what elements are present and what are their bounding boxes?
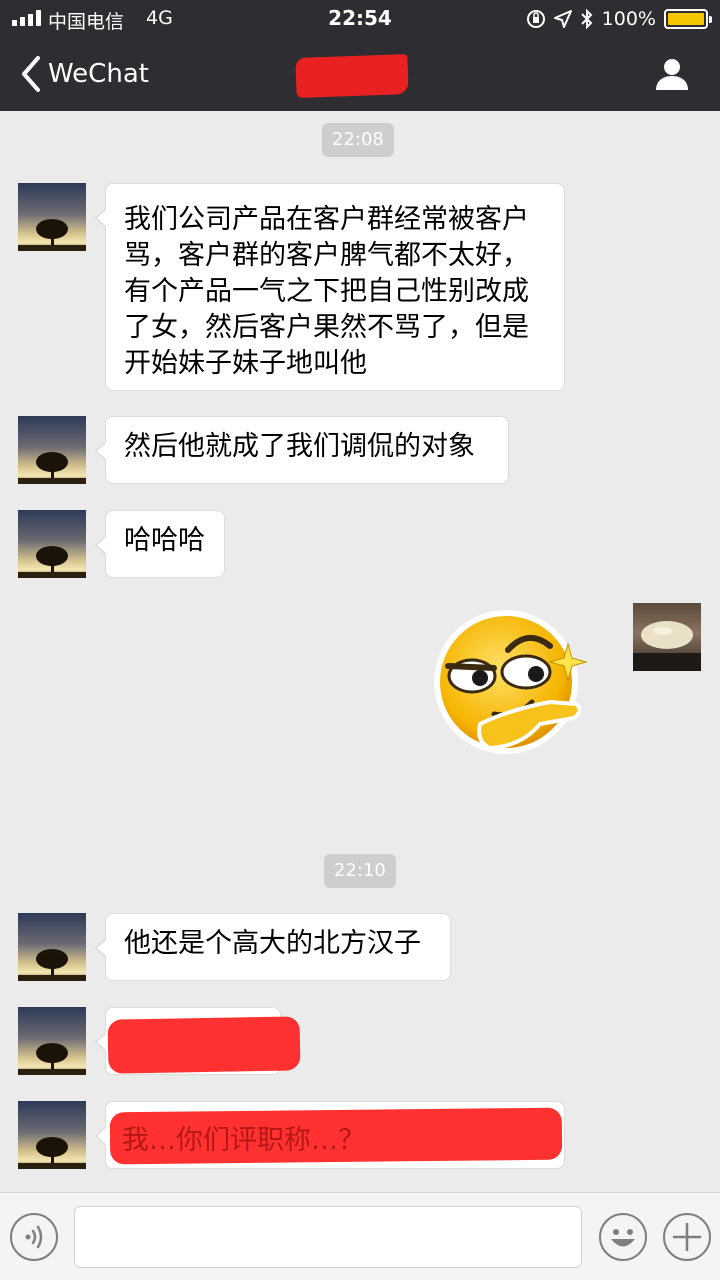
status-bar: 中国电信 4G 22:54 100%	[0, 0, 720, 38]
message-bubble[interactable]: 哈哈哈	[95, 510, 225, 578]
tree-icon	[18, 546, 86, 578]
message-text: 我…你们评职称…？	[122, 1125, 365, 1156]
chevron-left-icon	[22, 56, 40, 92]
avatar[interactable]	[18, 1101, 86, 1169]
photo-thumbnail-icon	[633, 621, 701, 671]
message-bubble[interactable]: 我们公司产品在客户群经常被客户 骂，客户群的客户脾气都不太好， 有个产品一气之下…	[95, 183, 565, 391]
battery-percentage: 100%	[601, 8, 656, 30]
emoji-icon[interactable]	[598, 1212, 648, 1262]
person-icon[interactable]	[654, 56, 690, 92]
avatar[interactable]	[18, 183, 86, 251]
my-avatar[interactable]	[633, 603, 701, 671]
avatar[interactable]	[18, 913, 86, 981]
avatar[interactable]	[18, 416, 86, 484]
avatar[interactable]	[18, 510, 86, 578]
tree-icon	[18, 452, 86, 484]
back-button[interactable]: WeChat	[20, 54, 149, 94]
battery-tip	[709, 16, 712, 23]
timestamp: 22:10	[324, 854, 396, 888]
message-input[interactable]	[74, 1206, 582, 1268]
top-bar: 中国电信 4G 22:54 100% WeChat	[0, 0, 720, 111]
status-icons: 100%	[526, 6, 712, 32]
tree-icon	[18, 949, 86, 981]
plus-icon[interactable]	[662, 1212, 712, 1262]
battery-icon	[664, 9, 712, 29]
tree-icon	[18, 1137, 86, 1169]
bluetooth-icon	[580, 8, 593, 30]
battery-fill	[668, 13, 704, 25]
location-arrow-icon	[553, 10, 572, 28]
tree-icon	[18, 1043, 86, 1075]
input-bar	[0, 1192, 720, 1280]
back-label: WeChat	[48, 59, 149, 89]
avatar[interactable]	[18, 1007, 86, 1075]
navigation-bar: WeChat	[0, 38, 720, 111]
orientation-lock-icon	[526, 10, 545, 28]
smirk-emoji-sticker[interactable]	[428, 606, 592, 766]
timestamp: 22:08	[322, 123, 394, 157]
message-bubble[interactable]: 他还是个高大的北方汉子	[95, 913, 451, 981]
message-bubble[interactable]: 然后他就成了我们调侃的对象	[95, 416, 509, 484]
voice-icon[interactable]	[9, 1212, 59, 1262]
chat-title-redacted	[295, 54, 409, 98]
redaction-mark	[107, 1016, 301, 1074]
tree-icon	[18, 219, 86, 251]
